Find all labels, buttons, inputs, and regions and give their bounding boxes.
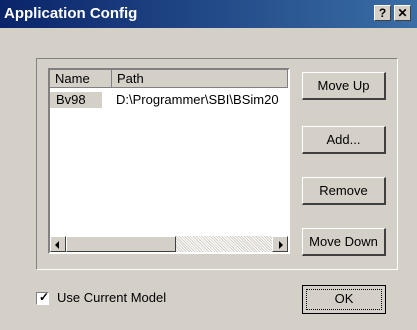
title-bar[interactable]: Application Config ? ✕	[0, 0, 417, 28]
application-list[interactable]: Name Path Bv98 D:\Programmer\SBI\BSim20	[48, 68, 290, 254]
horizontal-scrollbar[interactable]	[50, 236, 288, 252]
column-header-name[interactable]: Name	[50, 70, 112, 88]
close-button[interactable]: ✕	[394, 5, 411, 21]
use-current-model-checkbox[interactable]: ✓	[36, 290, 50, 305]
list-item-name[interactable]: Bv98	[50, 92, 102, 108]
close-icon: ✕	[397, 6, 408, 20]
remove-button[interactable]: Remove	[302, 177, 386, 205]
list-item-path[interactable]: D:\Programmer\SBI\BSim20	[116, 92, 288, 108]
column-header-path[interactable]: Path	[112, 70, 288, 88]
checkmark-icon: ✓	[39, 290, 50, 304]
window-title: Application Config	[4, 5, 138, 22]
ok-button[interactable]: OK	[302, 285, 386, 314]
help-button[interactable]: ?	[374, 5, 391, 21]
move-down-button[interactable]: Move Down	[302, 228, 386, 256]
focus-rectangle	[306, 289, 382, 310]
scroll-right-button[interactable]	[272, 236, 288, 252]
move-up-button[interactable]: Move Up	[302, 72, 386, 100]
use-current-model-label[interactable]: Use Current Model	[57, 290, 166, 305]
scrollbar-thumb[interactable]	[66, 236, 176, 252]
right-arrow-icon	[279, 241, 283, 249]
left-arrow-icon	[55, 241, 59, 249]
scroll-left-button[interactable]	[50, 236, 66, 252]
application-config-window: Application Config ? ✕ Name Path Bv98 D:…	[0, 0, 417, 330]
add-button[interactable]: Add...	[302, 126, 386, 154]
help-icon: ?	[378, 6, 387, 20]
